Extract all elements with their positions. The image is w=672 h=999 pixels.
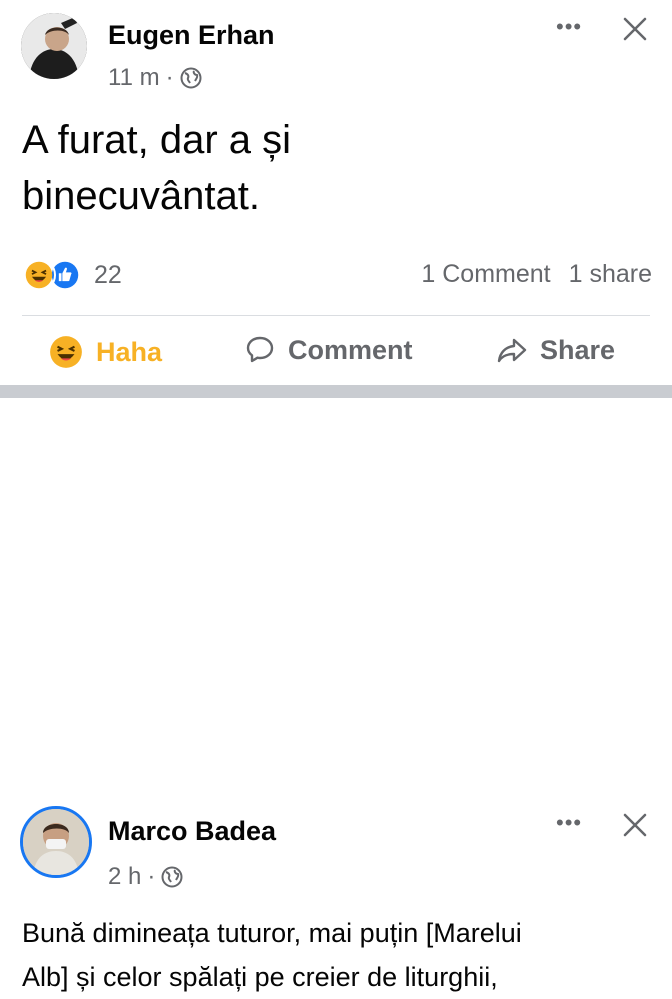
close-icon[interactable] [620,810,650,840]
globe-icon [180,67,202,89]
post-time[interactable]: 11 m [108,64,160,92]
engagement-counts: 1 Comment 1 share [421,260,652,289]
post-meta: 2 h · [108,863,183,891]
reaction-count: 22 [94,260,122,289]
close-icon[interactable] [620,14,650,44]
globe-icon [161,866,183,888]
haha-reaction-icon [22,258,56,292]
comment-count[interactable]: 1 Comment [421,260,550,289]
author-name[interactable]: Marco Badea [108,816,276,847]
meta-dot: · [147,863,156,890]
author-name[interactable]: Eugen Erhan [108,20,275,51]
more-options-icon[interactable]: ••• [556,14,582,40]
post-text-line: Alb] și celor spălați pe creier de litur… [22,962,498,992]
comment-icon [246,336,274,363]
share-label: Share [540,334,616,365]
post-time[interactable]: 2 h [108,863,141,891]
share-count[interactable]: 1 share [569,260,652,289]
avatar[interactable] [21,13,87,79]
feed-separator [0,385,672,398]
post-text-line: binecuvântat. [22,174,260,218]
divider [22,315,650,316]
meta-dot: · [165,64,174,91]
haha-button[interactable]: Haha [48,334,162,370]
comment-button[interactable]: Comment [244,334,413,366]
post-text-line: A furat, dar a și [22,118,292,162]
post-text-line: Bună dimineața tuturor, mai puțin [Marel… [22,918,522,948]
reaction-summary[interactable]: 22 [22,258,122,292]
share-button[interactable]: Share [496,334,615,366]
post-card: Eugen Erhan 11 m · ••• A furat, dar a și… [0,0,672,385]
haha-label: Haha [96,336,163,367]
avatar[interactable] [20,806,92,878]
post-text: A furat, dar a și binecuvântat. [22,112,522,224]
haha-reaction-icon [50,336,82,368]
comment-label: Comment [288,334,413,365]
share-arrow-icon [497,338,527,363]
post-meta: 11 m · [108,64,202,92]
post-text: Bună dimineața tuturor, mai puțin [Marel… [22,911,662,999]
action-bar: Haha Comment Share [0,326,672,378]
more-options-icon[interactable]: ••• [556,810,582,836]
